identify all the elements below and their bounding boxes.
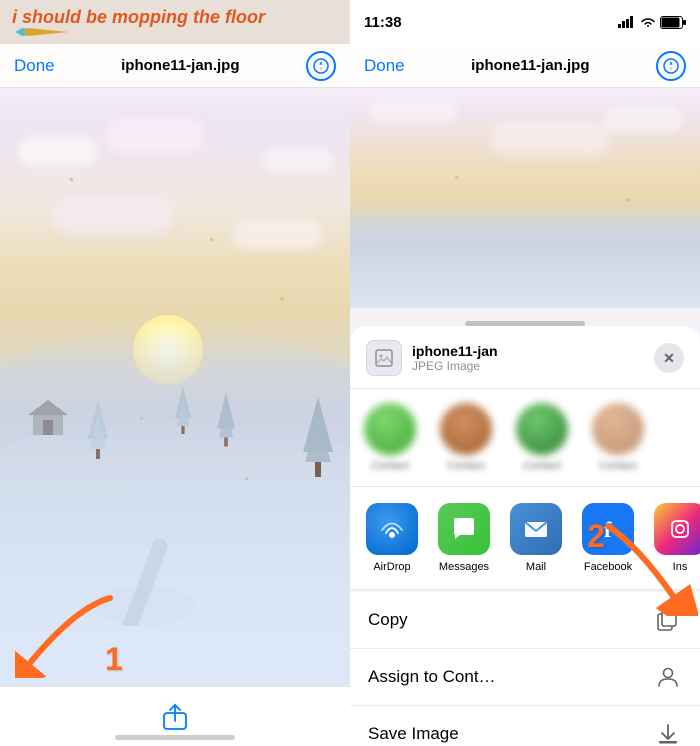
share-sheet: iphone11-jan JPEG Image ✕ Contact Contac… bbox=[350, 326, 700, 746]
mail-app-icon bbox=[510, 503, 562, 555]
right-cloud-1 bbox=[368, 99, 458, 124]
home-bar bbox=[465, 321, 585, 326]
tree-3 bbox=[217, 392, 235, 447]
airdrop-icon-svg bbox=[378, 515, 406, 543]
assign-action-label: Assign to Cont… bbox=[368, 667, 496, 687]
assign-icon bbox=[654, 663, 682, 691]
share-box-icon[interactable] bbox=[163, 704, 187, 730]
person-avatar-3 bbox=[516, 403, 568, 455]
snow-dot-3 bbox=[280, 297, 284, 301]
right-cloud-2 bbox=[490, 121, 610, 156]
action-row-save[interactable]: Save Image bbox=[350, 706, 700, 746]
file-type-label: JPEG Image bbox=[412, 359, 498, 373]
left-nav-action-icon[interactable] bbox=[306, 51, 336, 81]
right-filename: iphone11-jan.jpg bbox=[471, 57, 589, 74]
right-status-bar: 11:38 bbox=[350, 0, 700, 44]
right-done-button[interactable]: Done bbox=[364, 56, 405, 76]
person-item-3[interactable]: Contact bbox=[512, 403, 572, 472]
status-time: 11:38 bbox=[364, 14, 402, 31]
person-item-2[interactable]: Contact bbox=[436, 403, 496, 472]
compass-icon-right bbox=[663, 58, 679, 74]
left-nav-bar: Done iphone11-jan.jpg bbox=[0, 44, 350, 88]
snow-dot-5 bbox=[245, 477, 248, 480]
right-image-area bbox=[350, 88, 700, 308]
copy-action-label: Copy bbox=[368, 610, 408, 630]
person-item-1[interactable]: Contact bbox=[360, 403, 420, 472]
signal-icon bbox=[618, 16, 636, 28]
file-image-icon bbox=[374, 348, 394, 368]
cloud-5 bbox=[232, 220, 322, 250]
right-ground bbox=[350, 198, 700, 308]
right-nav-action-icon[interactable] bbox=[656, 51, 686, 81]
cloud-1 bbox=[18, 136, 98, 166]
app-item-airdrop[interactable]: AirDrop bbox=[360, 503, 424, 573]
cloud-4 bbox=[53, 196, 173, 236]
save-action-label: Save Image bbox=[368, 724, 459, 744]
close-button[interactable]: ✕ bbox=[654, 343, 684, 373]
left-panel: i should be mopping the floor Done iphon… bbox=[0, 0, 350, 746]
snow-dot-4 bbox=[140, 417, 143, 420]
people-row: Contact Contact Contact Co bbox=[350, 389, 700, 487]
cabin bbox=[28, 400, 68, 435]
blog-arrow-icon bbox=[12, 28, 72, 36]
left-done-button[interactable]: Done bbox=[14, 56, 55, 76]
mail-label: Mail bbox=[526, 561, 546, 573]
blog-header-bar: i should be mopping the floor bbox=[0, 0, 350, 44]
download-icon-svg bbox=[657, 723, 679, 745]
right-panel: 11:38 Done iphone11 bbox=[350, 0, 700, 746]
file-name-label: iphone11-jan bbox=[412, 343, 498, 359]
tree-2 bbox=[175, 385, 191, 435]
blog-title: i should be mopping the floor bbox=[12, 8, 265, 26]
left-filename: iphone11-jan.jpg bbox=[121, 57, 239, 74]
tree-4 bbox=[303, 397, 333, 477]
cloud-2 bbox=[105, 118, 205, 153]
person-name-3: Contact bbox=[523, 460, 561, 472]
app-item-messages[interactable]: Messages bbox=[432, 503, 496, 573]
person-avatar-1 bbox=[364, 403, 416, 455]
person-item-4[interactable]: Contact bbox=[588, 403, 648, 472]
mail-icon-svg bbox=[522, 515, 550, 543]
person-name-1: Contact bbox=[371, 460, 409, 472]
save-icon bbox=[654, 720, 682, 746]
battery-icon bbox=[660, 16, 686, 29]
right-number-badge: 2 bbox=[587, 518, 605, 555]
tree-1 bbox=[88, 399, 108, 459]
person-name-2: Contact bbox=[447, 460, 485, 472]
app-item-mail[interactable]: Mail bbox=[504, 503, 568, 573]
right-dot-1 bbox=[455, 176, 458, 179]
cloud-3 bbox=[263, 148, 333, 173]
right-dot-2 bbox=[626, 198, 630, 202]
status-icons bbox=[618, 16, 686, 29]
action-row-assign[interactable]: Assign to Cont… bbox=[350, 649, 700, 706]
messages-app-icon bbox=[438, 503, 490, 555]
file-info: iphone11-jan JPEG Image bbox=[366, 340, 498, 376]
share-sheet-header: iphone11-jan JPEG Image ✕ bbox=[350, 326, 700, 389]
airdrop-label: AirDrop bbox=[373, 561, 410, 573]
file-icon bbox=[366, 340, 402, 376]
compass-icon bbox=[313, 58, 329, 74]
file-info-text: iphone11-jan JPEG Image bbox=[412, 343, 498, 373]
person-name-4: Contact bbox=[599, 460, 637, 472]
left-number-badge: 1 bbox=[105, 641, 123, 678]
person-avatar-2 bbox=[440, 403, 492, 455]
right-cloud-3 bbox=[603, 106, 683, 134]
right-nav-bar: Done iphone11-jan.jpg bbox=[350, 44, 700, 88]
airdrop-app-icon bbox=[366, 503, 418, 555]
left-home-indicator bbox=[115, 735, 235, 740]
person-icon-svg bbox=[657, 666, 679, 688]
wifi-icon bbox=[640, 16, 656, 28]
person-avatar-4 bbox=[592, 403, 644, 455]
snow-dot-2 bbox=[210, 238, 213, 241]
messages-label: Messages bbox=[439, 561, 489, 573]
messages-icon-svg bbox=[450, 515, 478, 543]
snow-dot-1 bbox=[70, 178, 73, 181]
